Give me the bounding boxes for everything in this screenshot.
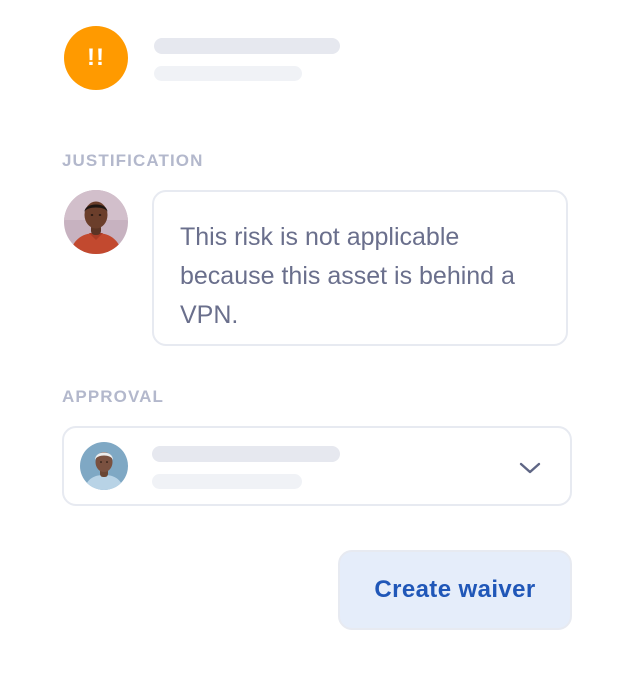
approver-name-skeleton [152, 446, 340, 462]
user-avatar-man-icon [64, 190, 128, 254]
risk-subtitle-skeleton [154, 66, 302, 81]
approver-role-skeleton [152, 474, 302, 489]
justification-label: JUSTIFICATION [62, 151, 204, 170]
approver-avatar [80, 442, 128, 490]
justification-author-avatar [64, 190, 128, 254]
justification-comment-card: This risk is not applicable because this… [152, 190, 568, 346]
justification-comment: This risk is not applicable because this… [180, 223, 515, 329]
approval-label: APPROVAL [62, 387, 164, 406]
chevron-down-icon[interactable] [518, 458, 542, 478]
create-waiver-button[interactable]: Create waiver [338, 550, 572, 630]
risk-warning-icon: !! [64, 26, 128, 90]
risk-title-skeleton [154, 38, 340, 54]
warning-icon-text: !! [87, 44, 105, 71]
user-avatar-woman-icon [80, 442, 128, 490]
approver-select[interactable] [62, 426, 572, 506]
